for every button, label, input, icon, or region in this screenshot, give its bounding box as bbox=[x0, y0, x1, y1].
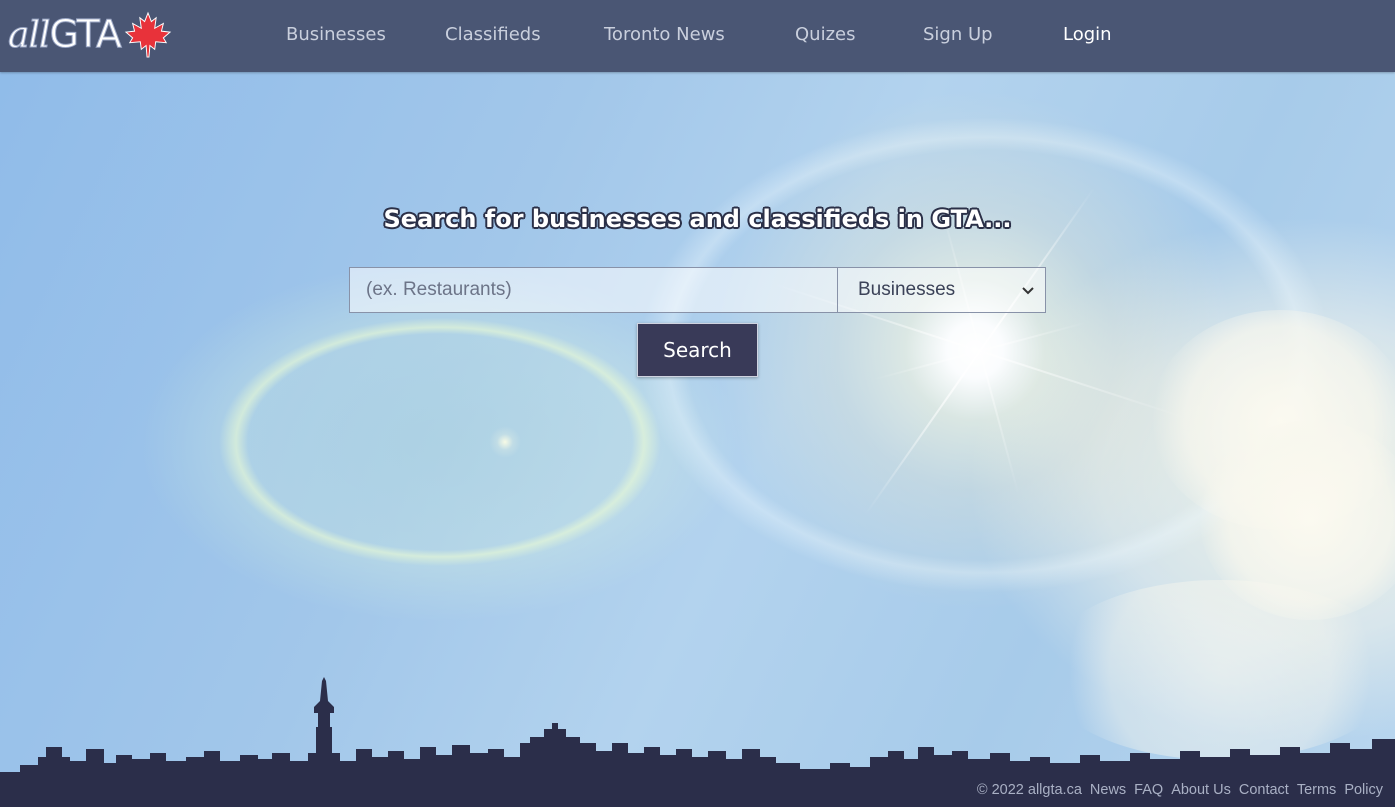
category-selected-value: Businesses bbox=[858, 279, 956, 300]
logo-text: allGTA bbox=[8, 9, 123, 61]
footer-link-policy[interactable]: Policy bbox=[1344, 782, 1383, 798]
logo-prefix: all bbox=[8, 15, 51, 57]
nav-classifieds[interactable]: Classifieds bbox=[445, 24, 541, 45]
nav-toronto-news[interactable]: Toronto News bbox=[604, 24, 725, 45]
chevron-down-icon bbox=[1022, 287, 1034, 295]
footer-link-terms[interactable]: Terms bbox=[1297, 782, 1336, 798]
site-logo[interactable]: allGTA bbox=[8, 10, 173, 60]
footer-link-news[interactable]: News bbox=[1090, 782, 1126, 798]
nav-quizes[interactable]: Quizes bbox=[795, 24, 855, 45]
page: allGTA Businesses Classifieds Toronto Ne… bbox=[0, 0, 1395, 807]
hero-title: Search for businesses and classifieds in… bbox=[383, 205, 1012, 233]
nav-businesses[interactable]: Businesses bbox=[286, 24, 386, 45]
top-navbar: allGTA Businesses Classifieds Toronto Ne… bbox=[0, 0, 1395, 72]
logo-main: GTA bbox=[49, 12, 122, 57]
sun-flare-ray bbox=[873, 321, 1087, 381]
search-input[interactable] bbox=[349, 267, 837, 313]
footer: © 2022 allgta.ca News FAQ About Us Conta… bbox=[977, 782, 1383, 798]
footer-link-about-us[interactable]: About Us bbox=[1171, 782, 1231, 798]
maple-leaf-icon bbox=[124, 11, 172, 58]
search-button[interactable]: Search bbox=[637, 323, 758, 377]
footer-link-faq[interactable]: FAQ bbox=[1134, 782, 1163, 798]
footer-link-contact[interactable]: Contact bbox=[1239, 782, 1289, 798]
category-select[interactable]: Businesses bbox=[837, 267, 1046, 313]
nav-login[interactable]: Login bbox=[1063, 24, 1112, 45]
footer-copyright: © 2022 allgta.ca bbox=[976, 782, 1082, 798]
nav-sign-up[interactable]: Sign Up bbox=[923, 24, 993, 45]
